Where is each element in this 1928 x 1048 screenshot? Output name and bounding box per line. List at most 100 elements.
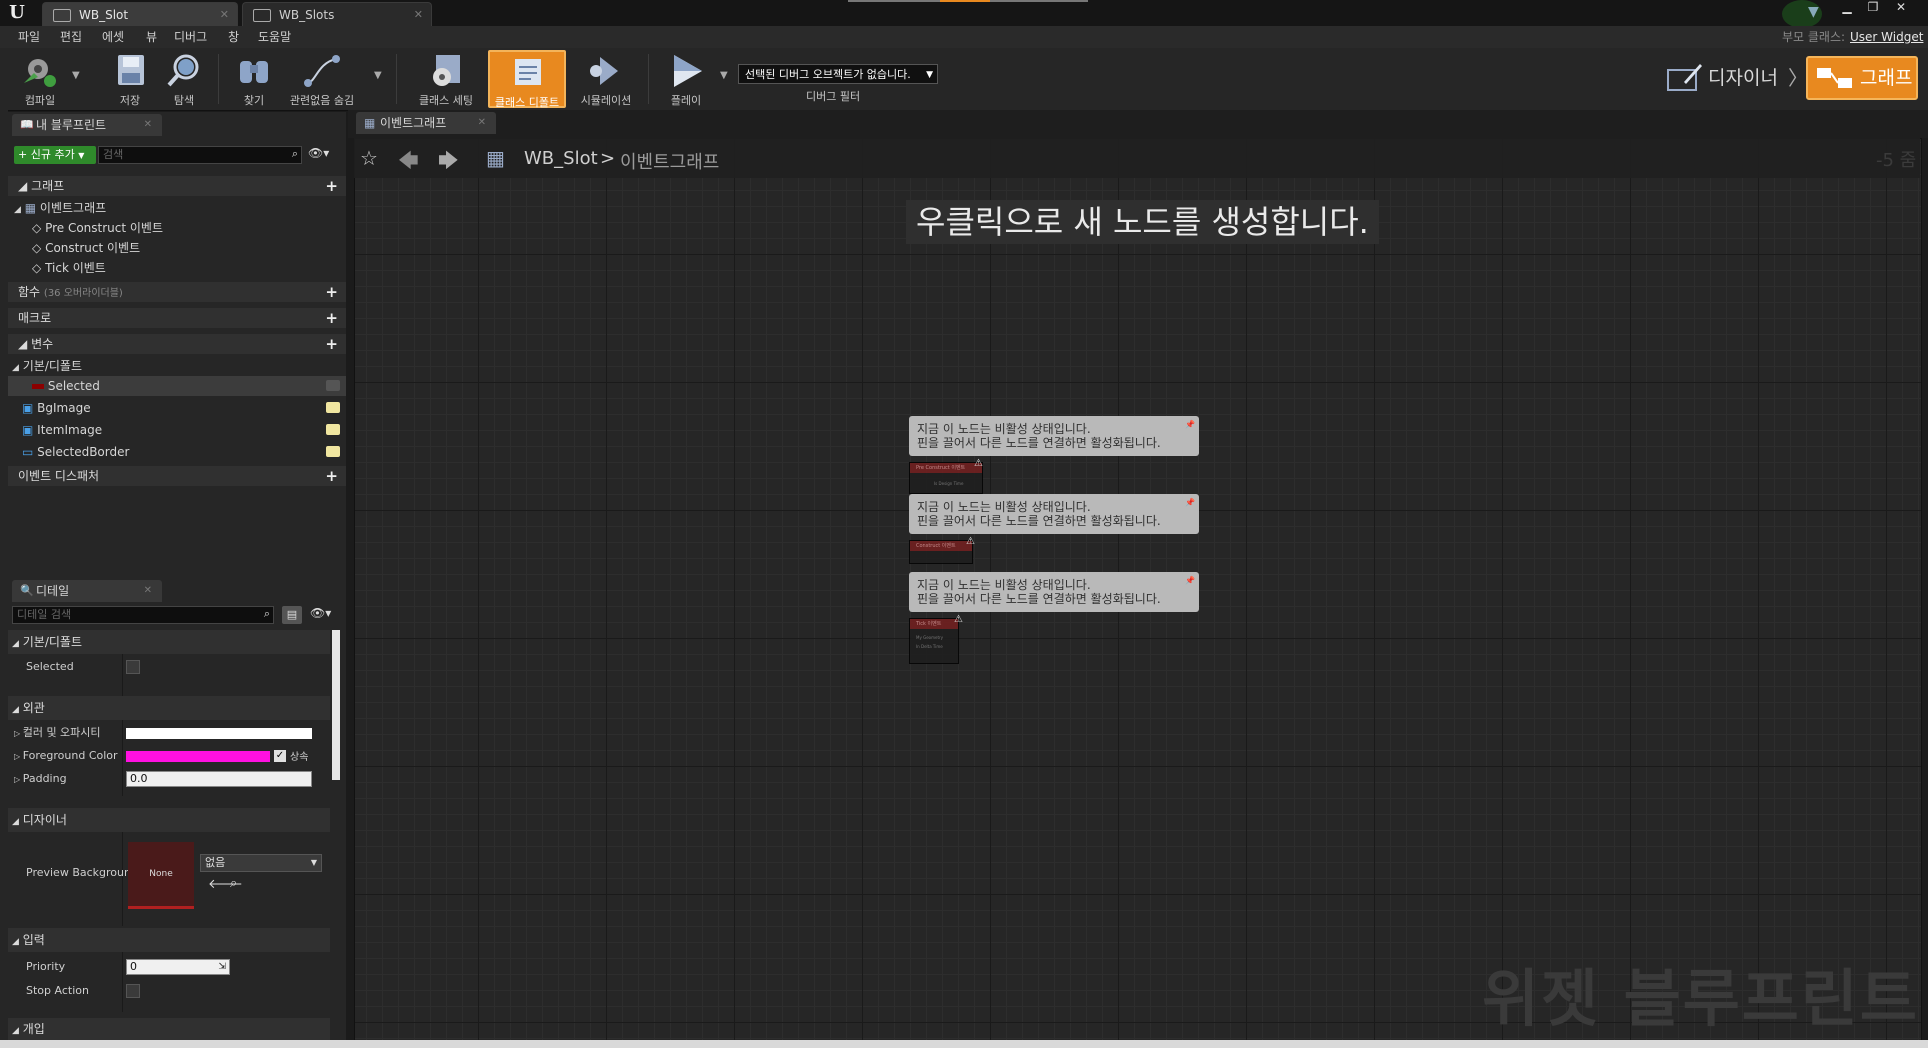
pin-icon[interactable]: 📌 (1185, 418, 1195, 432)
maximize-icon[interactable]: ❐ (1862, 0, 1884, 14)
prop-foreground-color[interactable]: ▷ Foreground Color (14, 747, 118, 765)
section-functions[interactable]: 함수 (36 오버라이더블) + (8, 282, 346, 302)
section-variables[interactable]: ◢ 변수 + (8, 334, 346, 354)
compile-dropdown-icon[interactable]: ▼ (72, 70, 80, 81)
section-event-dispatchers[interactable]: 이벤트 디스패처 + (8, 466, 346, 486)
back-arrow-icon[interactable]: 🡄 (398, 146, 419, 180)
section-macros[interactable]: 매크로 + (8, 308, 346, 328)
tab-event-graph[interactable]: ▦ 이벤트그래프 ✕ (356, 112, 496, 134)
add-function-icon[interactable]: + (325, 282, 338, 302)
forward-arrow-icon[interactable]: 🡆 (438, 146, 459, 180)
notification-icon[interactable]: ▼ (1808, 4, 1819, 20)
favorite-star-icon[interactable]: ☆ (360, 146, 378, 170)
visibility-eye-icon[interactable]: 👁▾ (310, 606, 331, 620)
column-divider[interactable] (122, 654, 123, 696)
browse-search-icon[interactable]: ⌕ (230, 876, 237, 891)
menu-debug[interactable]: 디버그 (174, 26, 207, 48)
preview-background-thumbnail[interactable]: None (128, 842, 194, 909)
visibility-eye-icon[interactable]: 👁▾ (308, 146, 329, 160)
category-designer[interactable]: ◢ 디자이너 (12, 810, 67, 830)
close-icon[interactable]: ✕ (144, 580, 152, 602)
tab-wb-slot[interactable]: WB_Slot ✕ (42, 2, 238, 26)
unreal-logo-icon[interactable]: U (4, 0, 30, 26)
debug-object-select[interactable]: 선택된 디버그 오브젝트가 없습니다. ▼ (738, 64, 938, 84)
find-button[interactable]: 찾기 (220, 50, 288, 108)
simulation-button[interactable]: 시뮬레이션 (570, 50, 642, 108)
inherit-checkbox[interactable]: ✓ (274, 750, 286, 762)
hide-unrelated-button[interactable]: 관련없음 숨김 (286, 50, 358, 108)
category-defaults[interactable]: ◢ 기본/디폴트 (12, 632, 82, 652)
hide-unrelated-dropdown-icon[interactable]: ▼ (374, 70, 382, 81)
designer-mode-button[interactable]: 디자이너 (1664, 56, 1778, 100)
menu-view[interactable]: 뷰 (146, 26, 157, 48)
play-button[interactable]: 플레이 (652, 50, 720, 108)
add-dispatcher-icon[interactable]: + (325, 466, 338, 486)
breadcrumb-root[interactable]: WB_Slot (524, 148, 598, 169)
breadcrumb-separator: > (600, 148, 616, 169)
priority-input[interactable]: 0 ⇲ (126, 959, 230, 975)
event-node-pre-construct[interactable]: Pre Construct 이벤트 Is Design Time (909, 462, 983, 494)
browse-button[interactable]: 탐색 (150, 50, 218, 108)
tab-details[interactable]: 🔍 디테일 ✕ (12, 580, 162, 602)
tab-wb-slots[interactable]: WB_Slots ✕ (242, 2, 432, 26)
play-dropdown-icon[interactable]: ▼ (720, 70, 728, 81)
add-variable-icon[interactable]: + (325, 334, 338, 354)
variable-bgimage[interactable]: ▣ BgImage (22, 398, 91, 418)
category-interaction[interactable]: ◢ 개입 (12, 1019, 45, 1039)
column-divider[interactable] (122, 952, 123, 1012)
add-macro-icon[interactable]: + (325, 308, 338, 328)
eye-icon[interactable] (326, 424, 340, 435)
selected-checkbox[interactable] (126, 660, 140, 674)
eye-icon[interactable] (326, 446, 340, 457)
pin-icon[interactable]: 📌 (1185, 574, 1195, 588)
close-icon[interactable]: ✕ (144, 114, 152, 136)
eye-icon[interactable] (326, 402, 340, 413)
close-icon[interactable]: ✕ (478, 112, 486, 134)
prop-padding[interactable]: ▷ Padding (14, 770, 67, 788)
close-icon[interactable]: ✕ (414, 3, 423, 27)
menu-edit[interactable]: 편집 (60, 26, 82, 48)
variable-selected[interactable]: Selected (32, 376, 100, 396)
tree-event-graph[interactable]: ◢ ▦ 이벤트그래프 (14, 198, 106, 218)
use-selected-arrow-icon[interactable]: 🡐 (208, 876, 243, 892)
menu-window[interactable]: 창 (228, 26, 239, 48)
close-window-icon[interactable]: ✕ (1890, 0, 1912, 14)
add-graph-icon[interactable]: + (325, 176, 338, 196)
visibility-toggle-icon[interactable] (326, 380, 340, 391)
pin-icon[interactable]: 📌 (1185, 496, 1195, 510)
event-node-construct[interactable]: Construct 이벤트 (909, 540, 973, 564)
column-divider[interactable] (122, 720, 123, 796)
close-icon[interactable]: ✕ (220, 3, 229, 27)
class-settings-button[interactable]: 클래스 세팅 (410, 50, 482, 108)
minimize-icon[interactable]: ▁ (1836, 0, 1858, 14)
property-matrix-icon[interactable]: ▤ (282, 606, 302, 624)
graph-mode-button[interactable]: 그래프 (1806, 56, 1918, 100)
class-defaults-button[interactable]: 클래스 디폴트 (488, 50, 566, 109)
tree-event-construct[interactable]: ◇ Construct 이벤트 (32, 238, 140, 258)
category-appearance[interactable]: ◢ 외관 (12, 698, 45, 718)
stop-action-checkbox[interactable] (126, 984, 140, 998)
preview-asset-select[interactable]: 없음 ▼ (200, 854, 322, 872)
details-search-input[interactable]: 디테일 검색 ⌕ (12, 606, 274, 624)
variable-selectedborder[interactable]: ▭ SelectedBorder (22, 442, 129, 462)
tab-my-blueprint[interactable]: 📖 내 블루프린트 ✕ (12, 114, 162, 136)
blueprint-search-input[interactable]: 검색 ⌕ (98, 146, 302, 164)
foreground-color-swatch[interactable] (126, 751, 270, 762)
menu-file[interactable]: 파일 (18, 26, 40, 48)
menu-asset[interactable]: 에셋 (102, 26, 124, 48)
section-graphs[interactable]: ◢ 그래프 + (8, 176, 346, 196)
tree-event-pre-construct[interactable]: ◇ Pre Construct 이벤트 (32, 218, 163, 238)
parent-class-link[interactable]: User Widget (1850, 26, 1923, 48)
category-input[interactable]: ◢ 입력 (12, 930, 45, 950)
add-new-button[interactable]: + 신규 추가 ▼ (14, 146, 96, 164)
padding-input[interactable]: 0.0 (126, 771, 312, 787)
tree-event-tick[interactable]: ◇ Tick 이벤트 (32, 258, 106, 278)
event-node-tick[interactable]: Tick 이벤트 My Geometry In Delta Time (909, 618, 959, 664)
tree-category-defaults[interactable]: ◢ 기본/디폴트 (12, 356, 82, 376)
menu-help[interactable]: 도움말 (258, 26, 291, 48)
prop-color-opacity[interactable]: ▷ 컬러 및 오파시티 (14, 724, 101, 742)
compile-button[interactable]: 컴파일 (6, 50, 74, 108)
variable-itemimage[interactable]: ▣ ItemImage (22, 420, 102, 440)
details-scrollbar[interactable] (332, 630, 340, 780)
color-opacity-swatch[interactable] (126, 728, 312, 739)
